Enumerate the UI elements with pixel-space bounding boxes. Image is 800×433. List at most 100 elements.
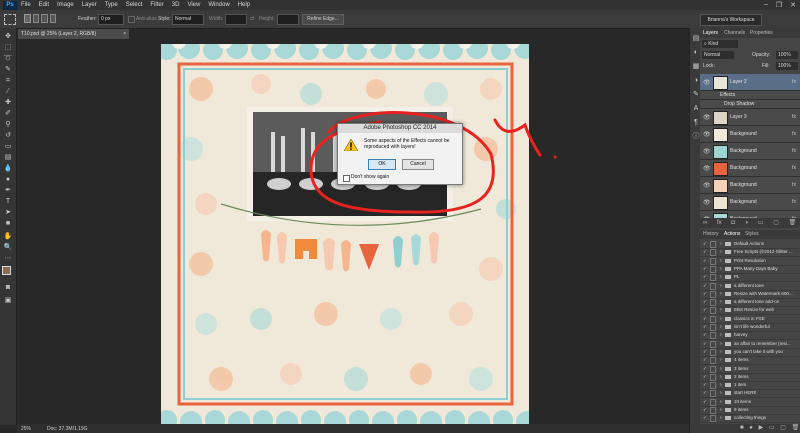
check-icon[interactable]: ✓	[703, 414, 707, 422]
document-canvas[interactable]	[161, 44, 529, 424]
dialog-toggle-icon[interactable]	[710, 299, 716, 307]
layer-row[interactable]: 👁 Background fx	[700, 194, 800, 211]
menu-file[interactable]: File	[21, 2, 31, 8]
menu-filter[interactable]: Filter	[150, 2, 163, 8]
tab-channels[interactable]: Channels	[724, 30, 745, 36]
chevron-right-icon[interactable]: ›	[720, 315, 722, 323]
dialog-toggle-icon[interactable]	[710, 241, 716, 248]
quick-mask-icon[interactable]: ◙	[3, 283, 13, 292]
brush-tool-icon[interactable]: ✐	[3, 109, 13, 118]
chevron-right-icon[interactable]: ›	[720, 265, 722, 273]
tab-close-icon[interactable]: ×	[123, 29, 126, 39]
style-select[interactable]: Normal	[172, 14, 204, 25]
dialog-toggle-icon[interactable]	[710, 249, 716, 257]
add-selection-icon[interactable]	[32, 14, 39, 23]
dialog-toggle-icon[interactable]	[710, 415, 716, 423]
fx-icon[interactable]: fx	[792, 165, 796, 171]
minimize-button[interactable]: –	[764, 1, 768, 9]
check-icon[interactable]: ✓	[703, 315, 707, 323]
menu-3d[interactable]: 3D	[172, 2, 180, 8]
check-icon[interactable]: ✓	[703, 298, 707, 306]
dialog-toggle-icon[interactable]	[710, 357, 716, 365]
ok-button[interactable]: OK	[368, 159, 396, 170]
fx-menu-icon[interactable]: fx	[717, 220, 722, 226]
chevron-right-icon[interactable]: ›	[720, 240, 722, 248]
dialog-toggle-icon[interactable]	[710, 340, 716, 348]
marquee-tool-icon[interactable]: ⬚	[3, 43, 13, 52]
tab-styles[interactable]: Styles	[745, 231, 759, 237]
fx-icon[interactable]: fx	[792, 182, 796, 188]
chevron-right-icon[interactable]: ›	[720, 406, 722, 414]
width-input[interactable]	[225, 14, 247, 25]
eraser-tool-icon[interactable]: ▭	[3, 142, 13, 151]
dialog-toggle-icon[interactable]	[710, 290, 716, 298]
tab-properties[interactable]: Properties	[750, 30, 773, 36]
effects-row[interactable]: Effects	[700, 91, 800, 100]
check-icon[interactable]: ✓	[703, 240, 707, 248]
fx-icon[interactable]: fx	[792, 79, 796, 85]
tab-history[interactable]: History	[703, 231, 719, 237]
lasso-tool-icon[interactable]: ➰	[3, 54, 13, 63]
layer-row[interactable]: 👁 Background fx	[700, 143, 800, 160]
folder-icon[interactable]: ▭	[758, 220, 764, 226]
check-icon[interactable]: ✓	[703, 356, 707, 364]
dont-show-checkbox[interactable]	[343, 175, 350, 182]
document-tab[interactable]: T10.psd @ 25% (Layer 2, RGB/8) ×	[18, 29, 129, 39]
new-layer-icon[interactable]: ▢	[773, 220, 779, 226]
fx-icon[interactable]: fx	[792, 199, 796, 205]
subtract-selection-icon[interactable]	[41, 14, 48, 23]
eye-icon[interactable]: 👁	[703, 199, 711, 206]
more-tools-icon[interactable]: ⋯	[3, 254, 13, 263]
check-icon[interactable]: ✓	[703, 389, 707, 397]
check-icon[interactable]: ✓	[703, 265, 707, 273]
check-icon[interactable]: ✓	[703, 331, 707, 339]
menu-select[interactable]: Select	[126, 2, 143, 8]
fx-icon[interactable]: fx	[792, 131, 796, 137]
crop-tool-icon[interactable]: ⌗	[3, 76, 13, 85]
dialog-toggle-icon[interactable]	[710, 324, 716, 331]
dialog-toggle-icon[interactable]	[710, 398, 716, 406]
menu-window[interactable]: Window	[208, 2, 229, 8]
chevron-right-icon[interactable]: ›	[720, 298, 722, 306]
pen-tool-icon[interactable]: ✒	[3, 186, 13, 195]
dialog-toggle-icon[interactable]	[710, 365, 716, 373]
chevron-right-icon[interactable]: ›	[720, 257, 722, 265]
chevron-right-icon[interactable]: ›	[720, 373, 722, 381]
quick-select-tool-icon[interactable]: ✎	[3, 65, 13, 74]
check-icon[interactable]: ✓	[703, 365, 707, 373]
eye-icon[interactable]: 👁	[703, 114, 711, 121]
trash-icon[interactable]: 🗑	[792, 425, 800, 431]
chevron-right-icon[interactable]: ›	[720, 273, 722, 281]
check-icon[interactable]: ✓	[703, 282, 707, 290]
check-icon[interactable]: ✓	[703, 257, 707, 265]
tab-layers[interactable]: Layers	[703, 30, 718, 36]
chevron-right-icon[interactable]: ›	[720, 340, 722, 348]
dialog-toggle-icon[interactable]	[710, 257, 716, 265]
check-icon[interactable]: ✓	[703, 406, 707, 414]
close-button[interactable]: ✕	[790, 1, 796, 9]
path-selection-tool-icon[interactable]: ➤	[3, 208, 13, 217]
chevron-right-icon[interactable]: ›	[720, 398, 722, 406]
adjustment-icon[interactable]: ◑	[745, 220, 749, 226]
layer-row[interactable]: 👁 Layer 2 fx	[700, 74, 800, 91]
menu-view[interactable]: View	[187, 2, 200, 8]
check-icon[interactable]: ✓	[703, 290, 707, 298]
blend-mode-select[interactable]: Normal	[702, 51, 734, 59]
chevron-right-icon[interactable]: ›	[720, 356, 722, 364]
check-icon[interactable]: ✓	[703, 381, 707, 389]
opacity-input[interactable]: 100%	[776, 51, 798, 59]
mask-icon[interactable]: ◘	[731, 220, 735, 226]
healing-brush-tool-icon[interactable]: ✚	[3, 98, 13, 107]
tab-actions[interactable]: Actions	[724, 231, 740, 237]
record-icon[interactable]: ●	[749, 425, 753, 431]
zoom-level[interactable]: 25%	[21, 426, 31, 432]
dialog-toggle-icon[interactable]	[710, 407, 716, 414]
chevron-right-icon[interactable]: ›	[720, 389, 722, 397]
dialog-toggle-icon[interactable]	[710, 348, 716, 356]
type-tool-icon[interactable]: T	[3, 197, 13, 206]
dialog-toggle-icon[interactable]	[710, 382, 716, 390]
dialog-toggle-icon[interactable]	[710, 332, 716, 340]
folder-icon[interactable]: ▭	[769, 425, 775, 431]
new-selection-icon[interactable]	[24, 14, 31, 23]
intersect-selection-icon[interactable]	[49, 14, 56, 23]
